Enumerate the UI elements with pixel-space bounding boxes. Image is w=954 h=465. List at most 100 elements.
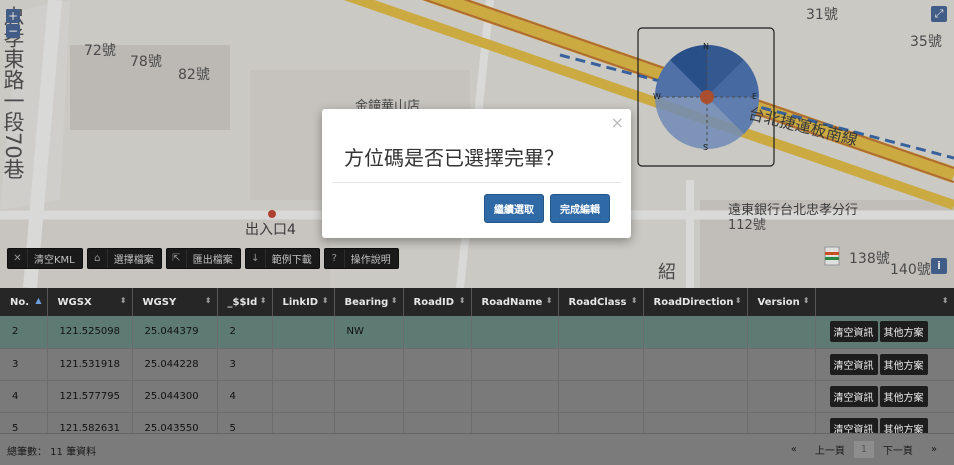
cell-roadid	[403, 380, 472, 413]
dialog-divider	[332, 182, 621, 183]
cell-wgsx: 121.577795	[47, 380, 133, 413]
map-label-shao: 紹	[658, 262, 676, 283]
export-file-button[interactable]: ⇱ 匯出檔案	[165, 248, 241, 269]
next-page-button[interactable]: 下一頁	[874, 439, 922, 460]
cell-bearing: NW	[334, 316, 404, 349]
clear-kml-label: 清空KML	[34, 255, 75, 266]
col-header-version[interactable]: Version ⬍	[747, 288, 816, 316]
cell-roadclass	[558, 316, 644, 349]
table-row[interactable]: 3 121.531918 25.044228 3 清空資訊 其他方案	[0, 348, 954, 381]
cell-no: 5	[0, 412, 48, 433]
cell-linkid	[272, 348, 335, 381]
cell-linkid	[272, 412, 335, 433]
cell-bearing	[334, 380, 404, 413]
sort-icon: ⬍	[458, 296, 466, 305]
cell-roaddirection	[643, 316, 748, 349]
cell-roadid	[403, 412, 472, 433]
map-label-78: 78號	[130, 54, 162, 70]
cell-bearing	[334, 348, 404, 381]
table-row[interactable]: 5 121.582631 25.043550 5 清空資訊 其他方案	[0, 412, 954, 433]
cell-actions: 清空資訊 其他方案	[815, 316, 954, 349]
help-button[interactable]: ? 操作說明	[323, 248, 399, 269]
map-label-112: 112號	[728, 218, 766, 233]
info-icon[interactable]: i	[931, 258, 947, 274]
other-plan-button[interactable]: 其他方案	[879, 385, 928, 407]
table-row[interactable]: 4 121.577795 25.044300 4 清空資訊 其他方案	[0, 380, 954, 413]
compass-south-label: S	[703, 143, 709, 152]
cell-roadid	[403, 348, 472, 381]
clear-info-button[interactable]: 清空資訊	[829, 353, 878, 375]
pagination: « 上一頁 1 下一頁 »	[782, 439, 946, 460]
grid-header-row: No. ▲ WGSX ⬍ WGSY ⬍ _$$Id ⬍ LinkID ⬍ Bearing ⬍…	[0, 288, 954, 316]
col-header-wgsx[interactable]: WGSX ⬍	[47, 288, 133, 316]
cell-roaddirection	[643, 348, 748, 381]
choose-file-label: 選擇檔案	[113, 255, 154, 266]
cell-version	[747, 380, 816, 413]
current-page[interactable]: 1	[853, 441, 874, 458]
cell-version	[747, 316, 816, 349]
table-row[interactable]: 2 121.525098 25.044379 2 NW 清空資訊 其他方案	[0, 316, 954, 349]
cell-wgsx: 121.582631	[47, 412, 133, 433]
fullscreen-icon[interactable]: ⤢	[931, 6, 947, 22]
col-header-id[interactable]: _$$Id ⬍	[217, 288, 273, 316]
clear-info-button[interactable]: 清空資訊	[829, 417, 878, 433]
col-header-roadid[interactable]: RoadID ⬍	[403, 288, 472, 316]
first-page-button[interactable]: «	[782, 441, 806, 458]
col-header-bearing[interactable]: Bearing ⬍	[334, 288, 404, 316]
clear-info-button[interactable]: 清空資訊	[829, 385, 878, 407]
sort-icon: ⬍	[204, 296, 212, 305]
col-header-wgsy[interactable]: WGSY ⬍	[132, 288, 218, 316]
map-label-35: 35號	[910, 34, 942, 50]
last-page-button[interactable]: »	[922, 441, 946, 458]
cell-actions: 清空資訊 其他方案	[815, 412, 954, 433]
map-label-82: 82號	[178, 67, 210, 83]
zoom-out-button[interactable]: −	[6, 24, 20, 38]
grid-footer: 總筆數： 11 筆資料 « 上一頁 1 下一頁 »	[0, 433, 954, 465]
cell-roadclass	[558, 348, 644, 381]
dialog-title: 方位碼是否已選擇完畢？	[344, 146, 564, 170]
clear-kml-button[interactable]: ✕ 清空KML	[7, 248, 83, 269]
cell-version	[747, 412, 816, 433]
cell-wgsy: 25.044379	[132, 316, 218, 349]
sample-download-label: 範例下載	[271, 255, 312, 266]
finish-edit-button[interactable]: 完成編輯	[550, 194, 610, 223]
col-header-linkid[interactable]: LinkID ⬍	[272, 288, 335, 316]
compass-east-label: E	[752, 92, 758, 101]
prev-page-button[interactable]: 上一頁	[806, 439, 854, 460]
sort-icon: ⬍	[119, 296, 127, 305]
other-plan-button[interactable]: 其他方案	[879, 353, 928, 375]
col-header-roaddirection[interactable]: RoadDirection ⬍	[643, 288, 748, 316]
cell-no: 4	[0, 380, 48, 413]
cell-wgsx: 121.525098	[47, 316, 133, 349]
cell-roadclass	[558, 412, 644, 433]
sample-download-button[interactable]: ↓ 範例下載	[244, 248, 320, 269]
cell-wgsx: 121.531918	[47, 348, 133, 381]
clear-info-button[interactable]: 清空資訊	[829, 321, 878, 343]
continue-select-button[interactable]: 繼續選取	[484, 194, 544, 223]
col-header-actions[interactable]: ⬍	[815, 288, 954, 316]
col-header-roadclass[interactable]: RoadClass ⬍	[558, 288, 644, 316]
cell-wgsy: 25.044300	[132, 380, 218, 413]
cell-no: 3	[0, 348, 48, 381]
cell-roadname	[471, 412, 559, 433]
export-icon: ⇱	[167, 249, 187, 268]
other-plan-button[interactable]: 其他方案	[879, 417, 928, 433]
cell-bearing	[334, 412, 404, 433]
sort-icon: ⬍	[545, 296, 553, 305]
cell-wgsy: 25.043550	[132, 412, 218, 433]
cell-roaddirection	[643, 412, 748, 433]
col-header-roadname[interactable]: RoadName ⬍	[471, 288, 559, 316]
cell-roaddirection	[643, 380, 748, 413]
sort-icon: ⬍	[734, 296, 742, 305]
sort-icon: ⬍	[802, 296, 810, 305]
compass-north-label: N	[703, 42, 709, 51]
other-plan-button[interactable]: 其他方案	[879, 321, 928, 343]
help-icon: ?	[325, 249, 345, 268]
close-icon[interactable]: ×	[611, 113, 624, 132]
cell-linkid	[272, 380, 335, 413]
sort-icon: ⬍	[390, 296, 398, 305]
col-header-no[interactable]: No. ▲	[0, 288, 48, 316]
choose-file-button[interactable]: ⌂ 選擇檔案	[86, 248, 162, 269]
confirm-dialog: × 方位碼是否已選擇完畢？ 繼續選取 完成編輯	[322, 109, 631, 238]
zoom-in-button[interactable]: +	[6, 9, 20, 23]
